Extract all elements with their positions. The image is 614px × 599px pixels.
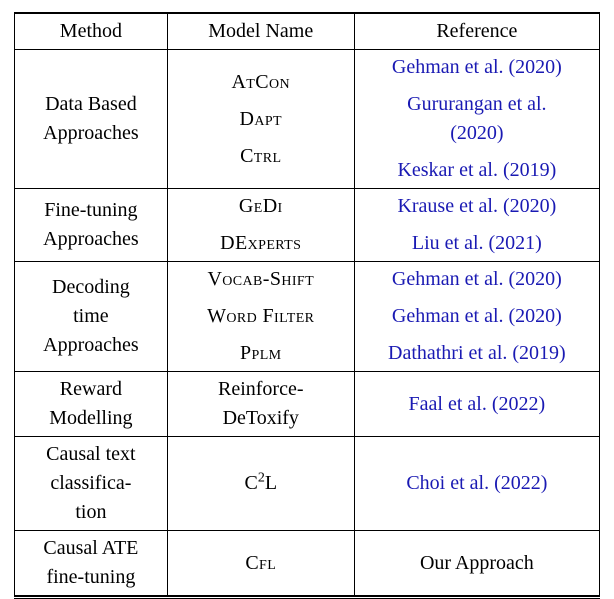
reference-link[interactable]: Gehman et al. (2020)	[392, 54, 562, 81]
method-cell: RewardModelling	[15, 372, 168, 437]
model-name: DExperts	[220, 230, 301, 257]
model-cell: Cfl	[167, 531, 354, 597]
table-row: Causal ATEfine-tuning Cfl Our Approach	[15, 531, 600, 597]
model-cell: Reinforce-DeToxify	[167, 372, 354, 437]
table-row: Causal textclassifica-tion C2L Choi et al.…	[15, 437, 600, 531]
reference-text: Our Approach	[420, 550, 534, 577]
reference-link[interactable]: Liu et al. (2021)	[412, 230, 542, 257]
reference-link[interactable]: Gehman et al. (2020)	[392, 266, 562, 293]
table-row: Data BasedApproaches AtCon Dapt Ctrl Gehman …	[15, 50, 600, 189]
method-cell: Causal textclassifica-tion	[15, 437, 168, 531]
method-line: fine-tuning	[46, 564, 135, 591]
model-name: Ctrl	[240, 143, 281, 170]
reference-cell: Faal et al. (2022)	[354, 372, 599, 437]
methods-table: Method Model Name Reference Data BasedAp…	[14, 12, 600, 597]
reference-cell: Gehman et al. (2020) Gururangan et al.(20…	[354, 50, 599, 189]
model-cell: Vocab-Shift Word Filter Pplm	[167, 262, 354, 372]
reference-link[interactable]: Keskar et al. (2019)	[397, 157, 556, 184]
method-line: Causal ATE	[43, 535, 138, 562]
model-name: GeDi	[239, 193, 283, 220]
reference-link[interactable]: Gururangan et al.(2020)	[407, 91, 546, 147]
model-name: AtCon	[231, 69, 290, 96]
table-row: Fine-tuningApproaches GeDi DExperts Krause …	[15, 189, 600, 262]
method-line: Data Based	[45, 91, 137, 118]
header-method: Method	[15, 13, 168, 50]
reference-link[interactable]: Krause et al. (2020)	[397, 193, 556, 220]
method-line: Causal text	[46, 441, 135, 468]
reference-cell: Choi et al. (2022)	[354, 437, 599, 531]
reference-cell: Gehman et al. (2020) Gehman et al. (2020)…	[354, 262, 599, 372]
method-line: classifica-	[50, 470, 131, 497]
table-header-row: Method Model Name Reference	[15, 13, 600, 50]
model-cell: AtCon Dapt Ctrl	[167, 50, 354, 189]
method-cell: Fine-tuningApproaches	[15, 189, 168, 262]
method-cell: Causal ATEfine-tuning	[15, 531, 168, 597]
method-line: time	[73, 303, 109, 330]
model-name: Dapt	[240, 106, 283, 133]
reference-link[interactable]: Faal et al. (2022)	[409, 391, 546, 418]
method-line: Modelling	[49, 405, 132, 432]
method-line: Approaches	[43, 226, 139, 253]
table-row: DecodingtimeApproaches Vocab-Shift Word Fi…	[15, 262, 600, 372]
method-line: Decoding	[52, 274, 130, 301]
method-line: Reward	[60, 376, 122, 403]
model-cell: C2L	[167, 437, 354, 531]
reference-cell: Krause et al. (2020) Liu et al. (2021)	[354, 189, 599, 262]
model-name: Pplm	[240, 340, 282, 367]
method-cell: DecodingtimeApproaches	[15, 262, 168, 372]
reference-link[interactable]: Choi et al. (2022)	[406, 470, 547, 497]
model-name: Cfl	[245, 550, 276, 577]
header-reference: Reference	[354, 13, 599, 50]
method-line: tion	[75, 499, 106, 526]
reference-link[interactable]: Dathathri et al. (2019)	[388, 340, 566, 367]
model-name: Word Filter	[207, 303, 314, 330]
method-cell: Data BasedApproaches	[15, 50, 168, 189]
method-line: Approaches	[43, 120, 139, 147]
reference-cell: Our Approach	[354, 531, 599, 597]
model-name: Reinforce-DeToxify	[218, 376, 304, 432]
method-line: Approaches	[43, 332, 139, 359]
table-row: RewardModelling Reinforce-DeToxify Faal et…	[15, 372, 600, 437]
header-model: Model Name	[167, 13, 354, 50]
model-cell: GeDi DExperts	[167, 189, 354, 262]
method-line: Fine-tuning	[44, 197, 137, 224]
model-name: C2L	[244, 470, 277, 497]
reference-link[interactable]: Gehman et al. (2020)	[392, 303, 562, 330]
model-name: Vocab-Shift	[207, 266, 314, 293]
